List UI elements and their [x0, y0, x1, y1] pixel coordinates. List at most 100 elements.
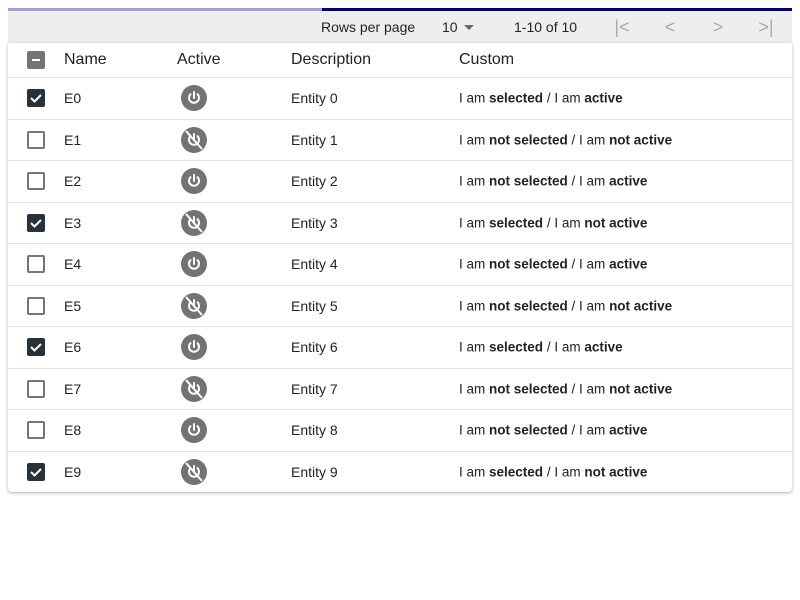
select-all-checkbox[interactable] [27, 51, 45, 69]
row-custom: I am not selected / I am not active [459, 381, 672, 396]
table-row[interactable]: E2 Entity 2 I am not selected / I am act… [8, 161, 792, 203]
active-state: not active [584, 215, 648, 231]
power-icon [181, 251, 207, 278]
rows-per-page-value: 10 [442, 19, 458, 35]
row-checkbox[interactable] [27, 379, 45, 398]
active-state: active [609, 256, 648, 272]
row-name: E8 [64, 422, 82, 439]
row-name: E2 [64, 173, 82, 190]
active-state: active [609, 422, 648, 438]
custom-separator: / I am [543, 215, 585, 231]
active-state: active [609, 173, 648, 189]
row-description: Entity 0 [291, 90, 338, 107]
table-row[interactable]: E3 Entity 3 I am selected / I am not act… [8, 203, 792, 244]
row-checkbox[interactable] [27, 421, 45, 440]
power-icon [181, 85, 207, 112]
custom-prefix: I am [459, 298, 490, 314]
selected-state: not selected [489, 132, 568, 148]
selected-state: not selected [489, 173, 568, 189]
first-page-icon[interactable]: |< [610, 17, 634, 38]
custom-prefix: I am [459, 422, 490, 438]
row-custom: I am not selected / I am not active [459, 298, 672, 313]
selected-state: not selected [489, 298, 568, 314]
chevron-right-icon[interactable]: > [706, 17, 730, 38]
active-state: not active [609, 381, 673, 397]
power-icon [181, 334, 207, 361]
last-page-icon[interactable]: >| [754, 17, 778, 38]
power-icon [181, 417, 207, 444]
custom-separator: / I am [543, 339, 585, 355]
power-off-icon [181, 209, 207, 236]
row-name: E1 [64, 131, 82, 148]
row-custom: I am not selected / I am active [459, 257, 647, 272]
row-checkbox[interactable] [27, 296, 45, 315]
column-header-name[interactable]: Name [64, 51, 107, 69]
column-header-active[interactable]: Active [177, 51, 221, 69]
page-range: 1-10 of 10 [514, 19, 578, 35]
selected-state: not selected [489, 256, 568, 272]
table-header: Name Active Description Custom [8, 43, 792, 78]
row-name: E3 [64, 214, 82, 231]
row-description: Entity 1 [291, 131, 338, 148]
row-custom: I am not selected / I am not active [459, 132, 672, 147]
table-row[interactable]: E0 Entity 0 I am selected / I am active [8, 78, 792, 120]
table-row[interactable]: E4 Entity 4 I am not selected / I am act… [8, 244, 792, 286]
column-header-custom[interactable]: Custom [459, 51, 514, 69]
rows-per-page-select[interactable]: 10 [442, 19, 474, 35]
row-description: Entity 9 [291, 463, 338, 480]
row-checkbox[interactable] [27, 172, 45, 191]
selected-state: selected [489, 215, 544, 231]
row-name: E7 [64, 380, 82, 397]
active-state: not active [609, 132, 673, 148]
row-checkbox[interactable] [27, 213, 45, 232]
row-custom: I am not selected / I am active [459, 423, 647, 438]
active-state: active [584, 339, 623, 355]
pagination-toolbar: Rows per page 10 1-10 of 10 |< < > >| [8, 11, 792, 43]
table-row[interactable]: E1 Entity 1 I am not selected / I am not… [8, 120, 792, 161]
power-off-icon [181, 458, 207, 485]
table-row[interactable]: E6 Entity 6 I am selected / I am active [8, 327, 792, 369]
row-description: Entity 6 [291, 339, 338, 356]
chevron-left-icon[interactable]: < [658, 17, 682, 38]
row-description: Entity 4 [291, 256, 338, 273]
custom-separator: / I am [543, 90, 585, 106]
selected-state: selected [489, 464, 544, 480]
power-icon [181, 168, 207, 195]
row-description: Entity 3 [291, 214, 338, 231]
custom-separator: / I am [567, 422, 610, 438]
column-header-description[interactable]: Description [291, 51, 371, 69]
selected-state: not selected [489, 422, 568, 438]
custom-prefix: I am [459, 381, 490, 397]
row-name: E9 [64, 463, 82, 480]
row-name: E0 [64, 90, 82, 107]
row-checkbox[interactable] [27, 338, 45, 357]
custom-prefix: I am [459, 215, 490, 231]
table-row[interactable]: E7 Entity 7 I am not selected / I am not… [8, 369, 792, 410]
table-row[interactable]: E8 Entity 8 I am not selected / I am act… [8, 410, 792, 452]
power-off-icon [181, 375, 207, 402]
row-checkbox[interactable] [27, 130, 45, 149]
row-custom: I am selected / I am active [459, 91, 623, 106]
row-custom: I am selected / I am not active [459, 464, 647, 479]
selected-state: selected [489, 339, 544, 355]
custom-prefix: I am [459, 464, 490, 480]
active-state: active [584, 90, 623, 106]
custom-prefix: I am [459, 256, 490, 272]
row-custom: I am selected / I am not active [459, 215, 647, 230]
row-description: Entity 2 [291, 173, 338, 190]
row-name: E6 [64, 339, 82, 356]
caret-down-icon [463, 24, 474, 30]
custom-prefix: I am [459, 173, 490, 189]
custom-separator: / I am [567, 256, 610, 272]
row-name: E5 [64, 297, 82, 314]
custom-separator: / I am [543, 464, 585, 480]
row-description: Entity 7 [291, 380, 338, 397]
custom-separator: / I am [567, 381, 610, 397]
row-checkbox[interactable] [27, 89, 45, 108]
row-checkbox[interactable] [27, 255, 45, 274]
data-table: Name Active Description Custom E0 Entity… [8, 43, 792, 492]
custom-prefix: I am [459, 90, 490, 106]
row-checkbox[interactable] [27, 462, 45, 481]
table-row[interactable]: E9 Entity 9 I am selected / I am not act… [8, 452, 792, 493]
table-row[interactable]: E5 Entity 5 I am not selected / I am not… [8, 286, 792, 327]
